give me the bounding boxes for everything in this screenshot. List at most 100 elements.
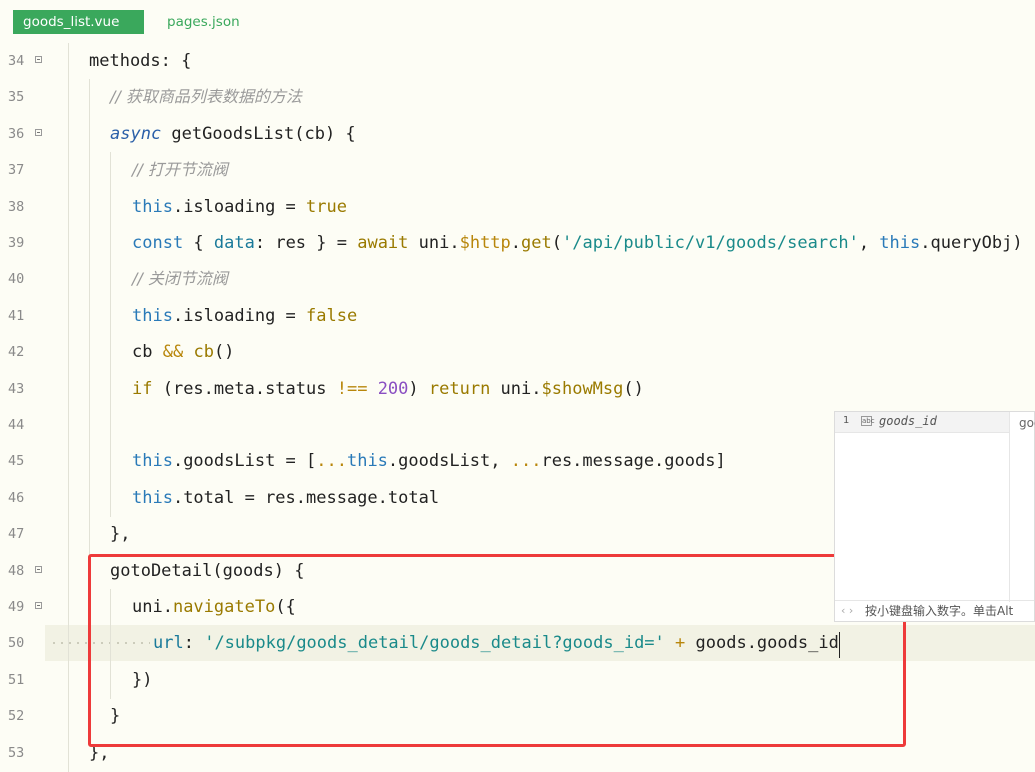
code-line[interactable]: 35 // 获取商品列表数据的方法 [0, 79, 1035, 117]
indent-guide [89, 188, 90, 226]
code-line[interactable]: 41 this.isloading = false [0, 297, 1035, 335]
indent-guide [68, 443, 69, 481]
code-token: this [879, 233, 921, 253]
code-token: .goodsList, [387, 451, 511, 472]
code-text[interactable]: // 打开节流阀 [132, 152, 228, 188]
code-line[interactable]: 42 cb && cb() [0, 334, 1035, 372]
indent-guide [68, 334, 69, 372]
code-text[interactable]: // 关闭节流阀 [132, 261, 228, 297]
code-token: // 关闭节流阀 [132, 269, 228, 289]
code-token: this [132, 196, 173, 217]
indent-guide [68, 661, 69, 699]
code-line[interactable]: 36 async getGoodsList(cb) { [0, 115, 1035, 153]
code-token: 200 [377, 378, 409, 399]
code-token: true [306, 196, 347, 217]
code-text[interactable]: async getGoodsList(cb) { [110, 116, 356, 152]
indent-guide [68, 479, 69, 517]
code-token: uni. [490, 378, 542, 399]
code-line[interactable]: 40 // 关闭节流阀 [0, 261, 1035, 299]
code-line[interactable]: 43 if (res.meta.status !== 200) return un… [0, 370, 1035, 408]
code-token: , [858, 233, 880, 253]
code-text[interactable]: this.isloading = false [132, 298, 357, 334]
line-number: 34 [8, 53, 25, 69]
indent-guide [89, 297, 90, 335]
code-token: .total = res.message.total [172, 487, 440, 508]
code-token: data [213, 233, 255, 253]
autocomplete-item[interactable]: 1 abc goods_id [835, 412, 1009, 433]
code-token: '/api/public/v1/goods/search' [562, 233, 859, 253]
code-line[interactable]: 37 // 打开节流阀 [0, 152, 1035, 190]
line-number: 48 [8, 562, 25, 579]
fold-toggle-icon[interactable] [35, 56, 42, 63]
code-text[interactable]: this.isloading = true [132, 189, 347, 225]
autocomplete-footer: ‹ › 按小键盘输入数字。单击Alt [835, 600, 1034, 621]
indent-guide [89, 407, 90, 444]
code-text[interactable]: // 获取商品列表数据的方法 [110, 79, 302, 115]
code-line[interactable]: 39 const { data: res } = await uni.$http.… [0, 225, 1035, 262]
line-number: 38 [8, 198, 25, 215]
line-number: 50 [8, 635, 25, 652]
code-token: false [306, 305, 358, 326]
autocomplete-nav-arrows[interactable]: ‹ › [841, 601, 853, 621]
indent-guide [110, 407, 111, 444]
indent-guide [89, 334, 90, 372]
indent-guide [110, 188, 111, 226]
line-number: 35 [8, 89, 25, 106]
code-line[interactable]: 38 this.isloading = true [0, 188, 1035, 226]
code-text[interactable]: const { data: res } = await uni.$http.ge… [132, 225, 1023, 261]
code-line[interactable]: 34 methods: { [0, 43, 1035, 80]
code-text[interactable]: }, [110, 516, 130, 552]
fold-toggle-icon[interactable] [35, 602, 42, 609]
line-number: 43 [8, 380, 25, 397]
indent-guide [68, 407, 69, 444]
line-number: 40 [8, 271, 25, 288]
code-text[interactable]: this.goodsList = [...this.goodsList, ...… [132, 443, 726, 479]
code-token: $showMsg [541, 378, 624, 399]
code-text[interactable]: if (res.meta.status !== 200) return uni.… [132, 371, 644, 407]
code-text[interactable]: cb && cb() [132, 334, 234, 370]
indent-guide [68, 43, 69, 80]
tab-goods-list-vue[interactable]: goods_list.vue [13, 10, 144, 34]
indent-guide [110, 225, 111, 262]
indent-guide [89, 479, 90, 517]
code-token: uni. [408, 233, 460, 253]
code-text[interactable]: this.total = res.message.total [132, 480, 439, 516]
indent-guide [89, 115, 90, 153]
indent-guide [110, 334, 111, 372]
code-token: res.message.goods] [541, 451, 726, 472]
line-number: 46 [8, 489, 25, 506]
code-text[interactable]: methods: { [89, 43, 191, 79]
code-token: this [132, 451, 173, 472]
indent-guide [68, 261, 69, 299]
line-number: 44 [8, 417, 25, 433]
tab-bar: goods_list.vue pages.json [0, 0, 1035, 40]
fold-toggle-icon[interactable] [35, 128, 42, 136]
indent-guide [68, 552, 69, 590]
indent-guide [110, 443, 111, 481]
line-number: 37 [8, 162, 25, 179]
autocomplete-item-index: 1 [843, 415, 850, 426]
indent-guide [89, 79, 90, 117]
tab-pages-json[interactable]: pages.json [167, 10, 240, 34]
code-token: !== [336, 378, 368, 399]
indent-guide [89, 370, 90, 408]
code-token: await [357, 233, 409, 253]
fold-toggle-icon[interactable] [35, 565, 42, 573]
autocomplete-popup[interactable]: 1 abc goods_id goods_id ‹ › 按小键盘输入数字。单击A… [834, 411, 1035, 622]
indent-guide [68, 297, 69, 335]
autocomplete-divider [1009, 412, 1010, 602]
line-number: 42 [8, 344, 25, 361]
line-number: 51 [8, 671, 25, 688]
indent-guide [89, 152, 90, 190]
code-token: // 获取商品列表数据的方法 [110, 87, 302, 107]
code-token: .isloading = [172, 305, 307, 326]
indent-guide [68, 370, 69, 408]
indent-guide [68, 79, 69, 117]
indent-guide [68, 115, 69, 153]
code-token: methods [89, 51, 161, 71]
annotation-highlight-box [88, 554, 906, 747]
code-token: .isloading = [172, 196, 307, 217]
indent-guide [110, 152, 111, 190]
line-number: 49 [8, 599, 25, 615]
